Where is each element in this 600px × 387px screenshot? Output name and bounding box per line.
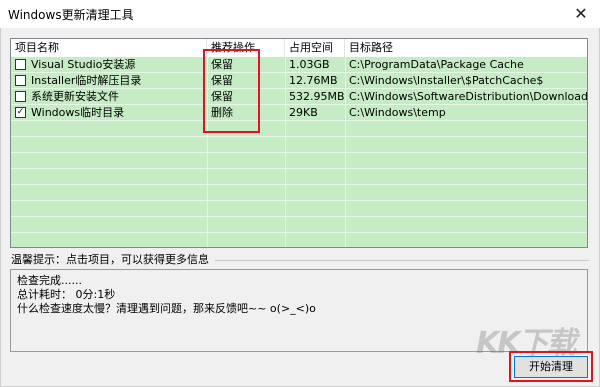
column-header-path[interactable]: 目标路径 <box>345 39 587 57</box>
table-row[interactable]: ✓ Windows临时目录 删除 29KB C:\Windows\temp <box>11 105 587 121</box>
empty-row <box>11 217 587 233</box>
item-name: Visual Studio安装源 <box>31 58 136 71</box>
empty-row <box>11 185 587 201</box>
divider <box>215 260 589 261</box>
item-path: C:\Windows\Installer\$PatchCache$ <box>349 74 544 87</box>
column-header-name[interactable]: 项目名称 <box>11 39 207 57</box>
log-line: 总计耗时： 0分:1秒 <box>17 288 116 301</box>
empty-row <box>11 201 587 217</box>
column-header-size[interactable]: 占用空间 <box>285 39 345 57</box>
empty-row <box>11 169 587 185</box>
item-name: Windows临时目录 <box>31 106 125 119</box>
table-row[interactable]: 系统更新安装文件 保留 532.95MB C:\Windows\Software… <box>11 89 587 105</box>
item-name: 系统更新安装文件 <box>31 90 119 103</box>
item-size: 1.03GB <box>289 58 330 71</box>
item-size: 532.95MB <box>289 90 345 103</box>
item-path: C:\ProgramData\Package Cache <box>349 58 524 71</box>
table-row[interactable]: Installer临时解压目录 保留 12.76MB C:\Windows\In… <box>11 73 587 89</box>
item-name: Installer临时解压目录 <box>31 74 142 87</box>
item-size: 12.76MB <box>289 74 338 87</box>
empty-row <box>11 121 587 137</box>
empty-row <box>11 153 587 169</box>
item-name-cell: 系统更新安装文件 <box>11 89 207 104</box>
item-checkbox[interactable] <box>15 59 26 70</box>
item-name-cell: Visual Studio安装源 <box>11 57 207 72</box>
log-line: 检查完成...... <box>17 274 82 287</box>
close-icon[interactable]: ✕ <box>568 2 594 24</box>
item-name-cell: ✓ Windows临时目录 <box>11 105 207 120</box>
list-rows: Visual Studio安装源 保留 1.03GB C:\ProgramDat… <box>11 57 587 247</box>
cleanup-items-list[interactable]: 项目名称 推荐操作 占用空间 目标路径 Visual Studio安装源 保留 … <box>10 38 588 248</box>
title-bar: Windows更新清理工具 ✕ <box>0 0 600 28</box>
empty-row <box>11 137 587 153</box>
item-name-cell: Installer临时解压目录 <box>11 73 207 88</box>
highlight-box-start <box>509 351 593 382</box>
log-line: 什么检查速度太慢？清理遇到问题，那来反馈吧~~ o(>_<)o <box>17 302 316 315</box>
empty-row <box>11 233 587 247</box>
item-path: C:\Windows\SoftwareDistribution\Download <box>349 90 588 103</box>
item-path: C:\Windows\temp <box>349 106 446 119</box>
item-size: 29KB <box>289 106 318 119</box>
highlight-box-actions <box>203 49 260 133</box>
window-title: Windows更新清理工具 <box>8 8 134 22</box>
table-row[interactable]: Visual Studio安装源 保留 1.03GB C:\ProgramDat… <box>11 57 587 73</box>
item-checkbox[interactable] <box>15 91 26 102</box>
item-checkbox[interactable] <box>15 75 26 86</box>
list-header: 项目名称 推荐操作 占用空间 目标路径 <box>11 39 587 58</box>
item-checkbox[interactable]: ✓ <box>15 107 26 118</box>
